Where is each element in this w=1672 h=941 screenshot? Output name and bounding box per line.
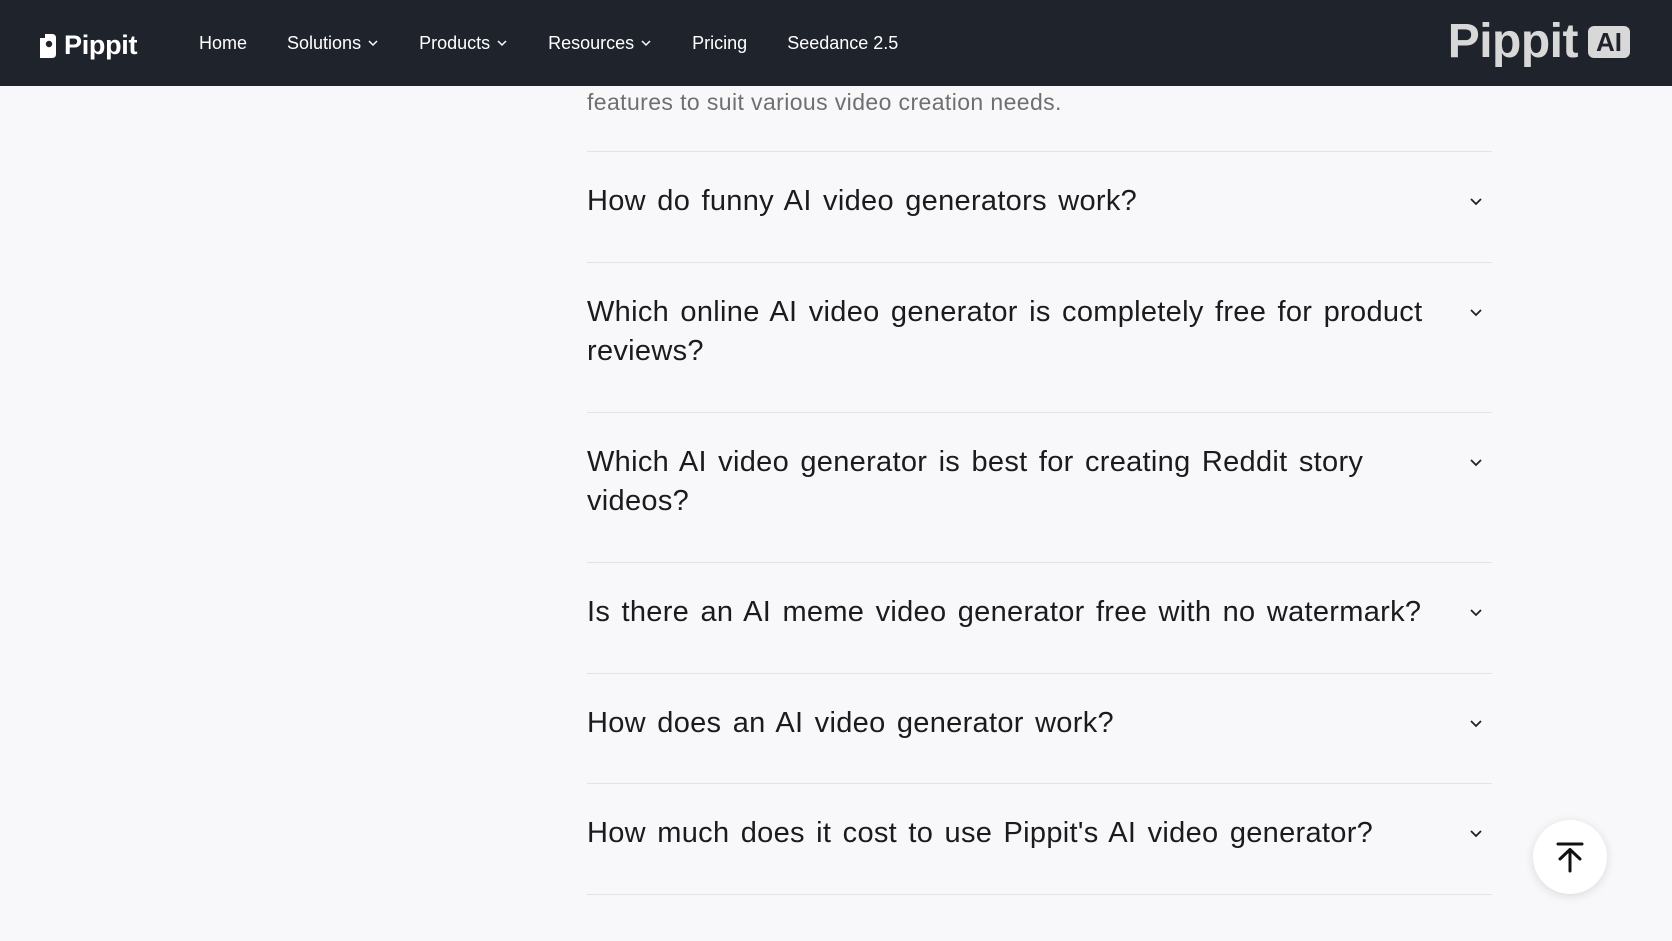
nav-pricing[interactable]: Pricing [692, 33, 747, 54]
nav-seedance-label: Seedance 2.5 [787, 32, 899, 53]
nav-resources[interactable]: Resources [548, 33, 652, 54]
nav-pricing-label: Pricing [692, 32, 748, 53]
chevron-down-icon [368, 40, 378, 47]
faq-item[interactable]: Is there an AI meme video generator free… [587, 563, 1492, 674]
faq-section: features to suit various video creation … [587, 86, 1492, 895]
top-navbar: Pippit Home Solutions Products Resources… [0, 0, 1672, 86]
nav-resources-label: Resources [548, 32, 635, 53]
faq-question: Which AI video generator is best for cre… [587, 446, 1364, 517]
previous-answer-text: features to suit various video creation … [587, 86, 1492, 152]
pippit-ai-brand: Pippit AI [1448, 16, 1630, 68]
nav-solutions-label: Solutions [287, 32, 362, 53]
back-to-top-button[interactable] [1533, 820, 1607, 894]
nav-products[interactable]: Products [419, 33, 508, 54]
pippit-logo-icon [38, 32, 58, 60]
chevron-down-icon [641, 40, 651, 47]
chevron-down-icon [1470, 459, 1482, 467]
faq-question: Which online AI video generator is compl… [587, 296, 1423, 367]
chevron-down-icon [1470, 830, 1482, 838]
brand-text: Pippit [1447, 15, 1579, 68]
logo-text: Pippit [64, 30, 138, 60]
brand-ai-badge: AI [1588, 26, 1630, 58]
nav-home-label: Home [199, 32, 248, 53]
chevron-down-icon [1470, 720, 1482, 728]
faq-question: How does an AI video generator work? [587, 707, 1114, 739]
chevron-down-icon [1470, 198, 1482, 206]
faq-question: Is there an AI meme video generator free… [587, 596, 1422, 628]
faq-item[interactable]: How much does it cost to use Pippit's AI… [587, 784, 1492, 895]
nav-solutions[interactable]: Solutions [287, 33, 379, 54]
faq-item[interactable]: How do funny AI video generators work? [587, 152, 1492, 263]
faq-question: How do funny AI video generators work? [587, 185, 1138, 217]
nav-products-label: Products [419, 32, 491, 53]
arrow-up-to-line-icon [1556, 842, 1584, 873]
chevron-down-icon [497, 40, 507, 47]
nav-home[interactable]: Home [199, 33, 247, 54]
faq-question: How much does it cost to use Pippit's AI… [587, 817, 1374, 849]
faq-item[interactable]: Which AI video generator is best for cre… [587, 413, 1492, 563]
nav-links: Home Solutions Products Resources Pricin… [199, 0, 938, 86]
pippit-logo[interactable]: Pippit [38, 30, 138, 61]
faq-item[interactable]: How does an AI video generator work? [587, 674, 1492, 784]
faq-item[interactable]: Which online AI video generator is compl… [587, 263, 1492, 413]
nav-seedance[interactable]: Seedance 2.5 [787, 33, 898, 54]
chevron-down-icon [1470, 309, 1482, 317]
chevron-down-icon [1470, 609, 1482, 617]
